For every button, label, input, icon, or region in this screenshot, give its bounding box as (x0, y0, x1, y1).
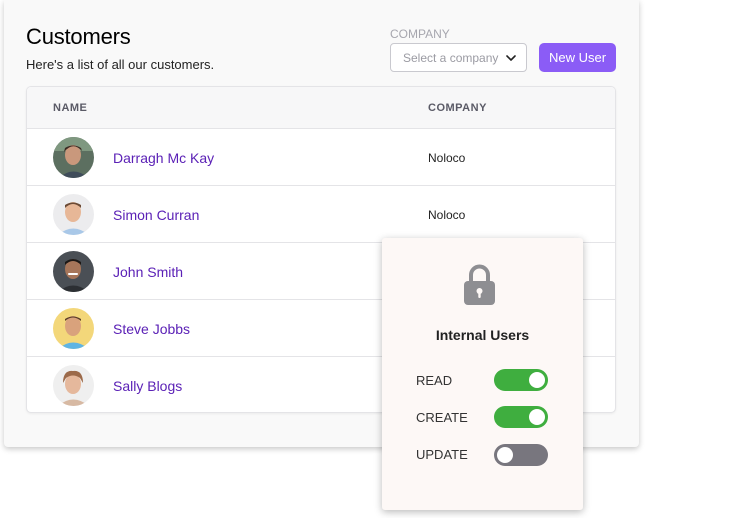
chevron-down-icon (506, 55, 516, 61)
read-toggle[interactable] (494, 369, 548, 391)
customer-company: Noloco (428, 151, 466, 165)
new-user-button[interactable]: New User (539, 43, 616, 72)
page-title: Customers (26, 24, 131, 49)
create-toggle[interactable] (494, 406, 548, 428)
customer-name-link[interactable]: John Smith (113, 264, 183, 280)
update-toggle[interactable] (494, 444, 548, 466)
customer-name-link[interactable]: Simon Curran (113, 207, 199, 223)
table-row[interactable]: Darragh Mc Kay Noloco (27, 129, 615, 186)
toggle-knob (529, 372, 545, 388)
customer-name-link[interactable]: Steve Jobbs (113, 321, 190, 337)
avatar (53, 365, 94, 406)
customer-company: Noloco (428, 208, 466, 222)
company-select[interactable]: Select a company (390, 43, 527, 72)
avatar (53, 251, 94, 292)
permission-label-read: READ (416, 373, 453, 388)
avatar (53, 137, 94, 178)
company-filter-label: COMPANY (390, 27, 450, 41)
toggle-knob (497, 447, 513, 463)
customer-name-link[interactable]: Darragh Mc Kay (113, 150, 214, 166)
table-header: NAME COMPANY (27, 87, 615, 129)
permission-label-create: CREATE (416, 410, 468, 425)
permissions-popup: Internal Users READ CREATE UPDATE (382, 238, 583, 510)
avatar (53, 194, 94, 235)
lock-icon (464, 264, 495, 305)
column-header-name[interactable]: NAME (53, 102, 87, 114)
column-header-company[interactable]: COMPANY (428, 102, 487, 114)
page-subtitle: Here's a list of all our customers. (26, 57, 215, 72)
page: Customers Here's a list of all our custo… (0, 0, 739, 518)
avatar (53, 308, 94, 349)
popup-title: Internal Users (435, 327, 530, 343)
customer-name-link[interactable]: Sally Blogs (113, 378, 182, 394)
company-select-placeholder: Select a company (403, 50, 499, 65)
toggle-knob (529, 409, 545, 425)
table-row[interactable]: Simon Curran Noloco (27, 186, 615, 243)
permission-label-update: UPDATE (416, 447, 468, 462)
